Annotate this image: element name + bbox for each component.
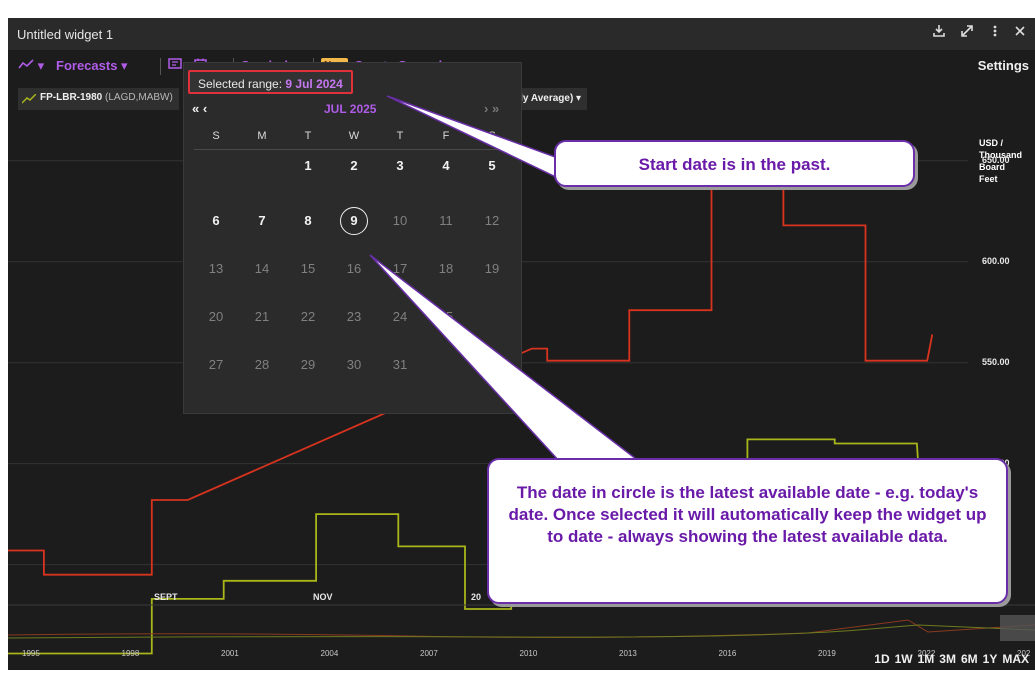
callout-latest-date: The date in circle is the latest availab… xyxy=(487,458,1008,604)
callout-start-date: Start date is in the past. xyxy=(554,140,915,187)
